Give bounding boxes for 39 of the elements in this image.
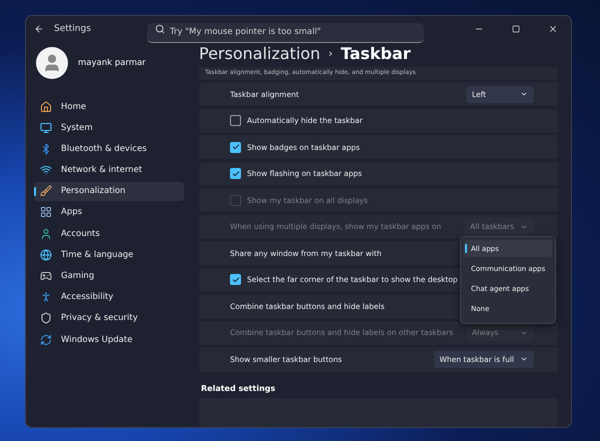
bluetooth-icon <box>40 142 52 155</box>
globe-icon <box>40 248 52 261</box>
checkbox[interactable] <box>230 115 241 126</box>
sidebar-item[interactable]: Gaming <box>34 266 184 286</box>
window-title: Settings <box>54 24 91 34</box>
sidebar-item[interactable]: Privacy & security <box>34 308 184 328</box>
sidebar-item[interactable]: Accounts <box>34 224 184 244</box>
sidebar-item[interactable]: Network & internet <box>34 160 184 180</box>
checkbox[interactable] <box>230 142 241 153</box>
home-icon <box>40 100 52 112</box>
sidebar-item[interactable]: Personalization <box>34 182 184 201</box>
back-icon[interactable] <box>34 24 44 34</box>
page-title: Taskbar <box>340 44 411 64</box>
checkbox[interactable] <box>230 274 241 286</box>
person-icon <box>40 228 52 240</box>
shield-icon <box>40 312 52 324</box>
avatar <box>36 47 68 79</box>
breadcrumb-separator: › <box>328 47 333 60</box>
search-field[interactable]: Try "My mouse pointer is too small" <box>146 22 424 42</box>
checkbox[interactable] <box>230 168 241 180</box>
section-heading: Related settings <box>201 384 276 393</box>
search-icon <box>154 24 165 34</box>
sidebar-item[interactable]: Bluetooth & devices <box>34 139 184 158</box>
gamepad-icon <box>40 270 52 282</box>
sidebar-item[interactable]: Windows Update <box>34 330 184 350</box>
sidebar-item[interactable]: Time & language <box>34 245 184 264</box>
sidebar-item[interactable]: Apps <box>34 202 184 222</box>
refresh-icon <box>40 334 52 346</box>
sidebar-item[interactable]: System <box>34 118 184 138</box>
close-icon <box>548 24 558 34</box>
user-name: mayank parmar <box>78 58 146 68</box>
breadcrumb-parent[interactable]: Personalization <box>199 44 320 64</box>
sidebar-item[interactable]: Home <box>34 97 184 116</box>
monitor-icon <box>40 122 52 134</box>
brush-icon <box>40 185 52 198</box>
person-standing-icon <box>40 291 52 304</box>
maximize-icon <box>512 25 520 33</box>
sidebar-item[interactable]: Accessibility <box>34 288 184 307</box>
apps-grid-icon <box>40 206 52 218</box>
